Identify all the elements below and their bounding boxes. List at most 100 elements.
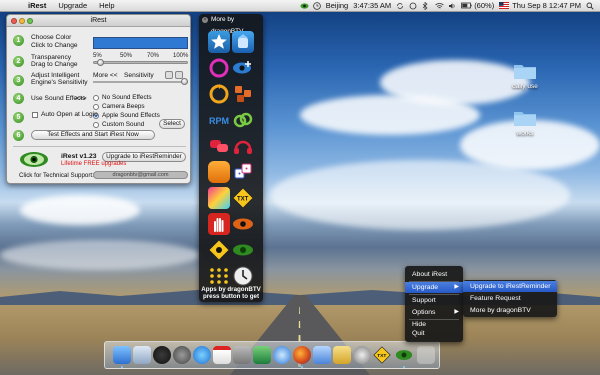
headphones-icon[interactable] xyxy=(232,135,254,157)
star-badge-icon[interactable] xyxy=(208,31,230,53)
step-4-badge: 4 xyxy=(13,93,24,104)
menu-item-upgrade[interactable]: Upgrade ▶ xyxy=(405,282,463,293)
finder-icon[interactable] xyxy=(113,346,131,364)
menu-item-options[interactable]: Options ▶ xyxy=(405,307,463,318)
svg-text:TXT: TXT xyxy=(377,353,386,359)
step-3-badge: 3 xyxy=(13,75,24,86)
step-1-hint: Click to Change xyxy=(31,42,78,49)
folder-label: daily use xyxy=(512,83,538,90)
irest-eye-icon[interactable] xyxy=(417,346,435,364)
speech-bubbles-icon[interactable] xyxy=(208,135,230,157)
wifi-icon[interactable] xyxy=(435,2,444,10)
orange-app-icon[interactable] xyxy=(208,161,230,183)
sensitivity-slider-track[interactable] xyxy=(93,81,188,83)
sound-option-label: Apple Sound Effects xyxy=(102,112,160,119)
auto-open-label: Auto Open at Login xyxy=(41,111,98,118)
launchpad-icon[interactable] xyxy=(313,346,331,364)
sensitivity-slider-knob[interactable] xyxy=(181,78,188,85)
sound-radio-custom[interactable] xyxy=(93,122,99,128)
panel-title: × More by dragonBTV xyxy=(199,14,263,35)
menubar-clock[interactable]: Thu Sep 8 12:47 PM xyxy=(512,1,581,10)
close-button[interactable] xyxy=(11,18,17,24)
textedit-icon[interactable]: TXT xyxy=(373,346,391,364)
menu-app-name[interactable]: iRest xyxy=(22,1,52,10)
svg-text:TXT: TXT xyxy=(237,197,249,203)
mail-icon[interactable] xyxy=(133,346,151,364)
window-titlebar[interactable]: iRest xyxy=(7,15,190,27)
world-clock-time[interactable]: 3:47:35 AM xyxy=(353,1,391,10)
transparency-slider-track[interactable] xyxy=(93,61,188,64)
bluetooth-icon[interactable] xyxy=(422,1,430,10)
menu-item-about[interactable]: About iRest xyxy=(405,269,463,280)
iphoto-icon[interactable] xyxy=(253,346,271,364)
sound-option-label: Custom Sound xyxy=(102,121,145,128)
itunes-icon[interactable] xyxy=(193,346,211,364)
menu-upgrade[interactable]: Upgrade xyxy=(52,1,93,10)
txt-sign-icon[interactable]: TXT xyxy=(232,187,254,209)
txt-icon[interactable] xyxy=(208,187,230,209)
warning-sign-icon[interactable] xyxy=(208,239,230,261)
step-3-hint: Engine's Sensitivity xyxy=(31,79,88,86)
select-sound-button[interactable]: Select xyxy=(159,119,185,129)
eye-app-icon[interactable] xyxy=(333,346,351,364)
clock-status-icon[interactable] xyxy=(312,1,321,10)
panel-footer-line1: Apps by dragonBTV xyxy=(201,286,261,293)
sound-radio-camera[interactable] xyxy=(93,104,99,110)
sensitivity-more-link[interactable]: More << xyxy=(93,72,118,80)
menu-item-quit[interactable]: Quit xyxy=(405,328,463,339)
dock: TXT xyxy=(104,341,440,369)
submenu-upgrade-to-irestreminder[interactable]: Upgrade to iRestReminder xyxy=(463,281,557,292)
sound-option-label: No Sound Effects xyxy=(102,94,152,101)
menu-item-support[interactable]: Support xyxy=(405,295,463,306)
color-picker[interactable] xyxy=(93,37,188,49)
us-flag-icon[interactable] xyxy=(499,1,510,10)
eye-status-icon[interactable] xyxy=(300,2,309,10)
minimize-button[interactable] xyxy=(19,18,25,24)
submenu-more-by-dragonbtv[interactable]: More by dragonBTV xyxy=(463,305,557,316)
rpm-icon[interactable]: RPM xyxy=(208,109,230,131)
zoom-button[interactable] xyxy=(27,18,33,24)
clock-icon[interactable] xyxy=(232,265,254,287)
auto-open-checkbox[interactable] xyxy=(32,112,38,118)
test-effects-button[interactable]: Test Effects and Start iRest Now xyxy=(31,130,155,140)
eye-plus-icon[interactable] xyxy=(232,57,254,79)
upgrade-submenu: Upgrade to iRestReminder Feature Request… xyxy=(463,280,557,317)
eye-red-icon[interactable] xyxy=(232,213,254,235)
menu-item-label: Upgrade xyxy=(412,284,439,291)
eye-green-icon[interactable] xyxy=(232,239,254,261)
battery-icon[interactable] xyxy=(461,2,472,10)
link-icon[interactable] xyxy=(232,109,254,131)
ical-icon[interactable] xyxy=(213,346,231,364)
panel-close-icon[interactable]: × xyxy=(202,17,208,23)
safari-icon[interactable] xyxy=(273,346,291,364)
support-email-link[interactable]: dragonbtv@gmail.com xyxy=(93,171,188,179)
refresh-ring-icon[interactable] xyxy=(208,57,230,79)
sensitivity-stepper-down[interactable] xyxy=(165,71,173,79)
time-machine-icon[interactable] xyxy=(409,2,417,10)
stars-icon[interactable] xyxy=(208,265,230,287)
world-clock-city[interactable]: Beijing xyxy=(326,1,349,10)
menu-help[interactable]: Help xyxy=(93,1,120,10)
dashboard-icon[interactable] xyxy=(153,346,171,364)
clock-app-icon[interactable] xyxy=(353,346,371,364)
step-5-badge: 5 xyxy=(13,112,24,123)
folder-daily-use[interactable]: daily use xyxy=(511,62,539,90)
transparency-slider-knob[interactable] xyxy=(97,59,105,66)
arrows-cycle-icon[interactable] xyxy=(208,83,230,105)
sound-radio-none[interactable] xyxy=(93,95,99,101)
dice-icon[interactable] xyxy=(232,161,254,183)
battery-percent[interactable]: (60%) xyxy=(474,1,494,10)
preview-icon[interactable] xyxy=(233,346,251,364)
paint-bucket-icon[interactable] xyxy=(232,31,254,53)
sync-icon[interactable] xyxy=(396,2,404,10)
firefox-icon[interactable] xyxy=(293,346,311,364)
blocks-icon[interactable] xyxy=(232,83,254,105)
volume-icon[interactable] xyxy=(448,2,456,10)
transparency-tick: 50% xyxy=(120,53,133,59)
spotlight-icon[interactable] xyxy=(586,2,594,10)
submenu-feature-request[interactable]: Feature Request xyxy=(463,293,557,304)
hand-stop-icon[interactable] xyxy=(208,213,230,235)
txt-app-icon[interactable] xyxy=(395,346,413,364)
system-preferences-icon[interactable] xyxy=(173,346,191,364)
folder-works[interactable]: works xyxy=(511,109,539,137)
